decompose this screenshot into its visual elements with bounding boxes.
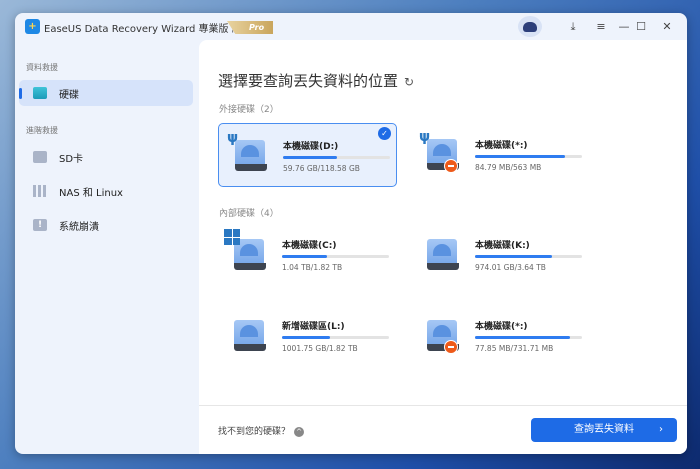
error-icon [444,159,458,173]
chevron-up-icon: ^ [294,427,305,437]
disk-size: 59.76 GB/118.58 GB [283,164,360,173]
disk-name: 本機磁碟(C:) [282,241,337,251]
disk-usage-bar [283,156,390,159]
hard-drive-icon [33,87,47,99]
system-crash-icon: ! [33,219,47,231]
disk-size: 1001.75 GB/1.82 TB [282,344,358,353]
disk-usage-bar [282,336,389,339]
usb-icon: ψ [227,130,239,146]
maximize-button[interactable]: ☐ [632,18,650,36]
disk-size: 84.79 MB/563 MB [475,163,542,172]
disk-usage-bar [475,255,582,258]
title-bar: + EaseUS Data Recovery Wizard 專業版 終身 Pro… [15,13,687,40]
refresh-icon[interactable]: ↻ [404,75,414,89]
app-title: EaseUS Data Recovery Wizard 專業版 終身 [44,24,252,35]
disk-card-k[interactable]: 本機磁碟(K:) 974.01 GB/3.64 TB [411,223,590,287]
disk-name: 本機磁碟(K:) [475,241,530,251]
app-logo-icon: + [25,19,40,34]
disk-size: 1.04 TB/1.82 TB [282,263,343,272]
windows-icon [224,229,240,245]
disk-card-l[interactable]: 新增磁碟區(L:) 1001.75 GB/1.82 TB [218,304,397,368]
disk-usage-bar [475,336,582,339]
disk-name: 本機磁碟(D:) [283,142,339,152]
disk-usage-fill [475,155,565,158]
disk-name: 本機磁碟(*:) [475,322,528,332]
main-panel: 選擇要查詢丟失資料的位置 ↻ 外接硬碟（2） ψ ✓ 本機磁碟(D:) 59.76… [199,40,687,454]
external-drives-label: 外接硬碟（2） [219,105,279,115]
sidebar-item-label: 硬碟 [59,89,79,101]
download-icon[interactable]: ⤓ [564,18,582,36]
page-title: 選擇要查詢丟失資料的位置 ↻ [218,70,414,91]
sidebar-item-nas-linux[interactable]: NAS 和 Linux [19,178,193,204]
scan-button-label: 查詢丟失資料 [574,424,634,435]
sidebar-item-hard-drive[interactable]: 硬碟 [19,80,193,106]
sidebar-item-sd-card[interactable]: SD卡 [19,144,193,170]
disk-usage-bar [475,155,582,158]
disk-card-d[interactable]: ψ ✓ 本機磁碟(D:) 59.76 GB/118.58 GB [218,123,397,187]
disk-card-external-unknown[interactable]: ψ 本機磁碟(*:) 84.79 MB/563 MB [411,123,590,187]
disk-card-internal-unknown[interactable]: 本機磁碟(*:) 77.85 MB/731.71 MB [411,304,590,368]
minimize-button[interactable]: — [615,18,633,36]
disk-usage-bar [282,255,389,258]
chevron-right-icon: › [659,424,663,435]
disk-usage-fill [475,336,571,339]
selected-check-icon: ✓ [378,127,391,140]
page-title-text: 選擇要查詢丟失資料的位置 [218,72,399,90]
error-icon [444,340,458,354]
disk-usage-fill [475,255,553,258]
section-data-recovery: 資料救援 [26,63,58,72]
user-avatar-icon[interactable] [518,16,542,37]
disk-icon [232,316,266,351]
sidebar-item-label: SD卡 [59,153,84,165]
sidebar-item-label: NAS 和 Linux [59,187,123,199]
cant-find-drive-link[interactable]: 找不到您的硬碟？ ^ [218,424,305,437]
disk-usage-fill [282,336,331,339]
disk-card-c[interactable]: 本機磁碟(C:) 1.04 TB/1.82 TB [218,223,397,287]
disk-usage-fill [282,255,327,258]
disk-name: 本機磁碟(*:) [475,141,528,151]
section-advanced-recovery: 進階救援 [26,126,58,135]
sidebar-item-label: 系統崩潰 [59,221,99,233]
disk-name: 新增磁碟區(L:) [282,322,345,332]
footer: 找不到您的硬碟？ ^ 查詢丟失資料 › [199,405,687,454]
disk-size: 974.01 GB/3.64 TB [475,263,546,272]
close-button[interactable]: ✕ [658,18,676,36]
sidebar-item-system-crash[interactable]: ! 系統崩潰 [19,212,193,238]
disk-icon [425,235,459,270]
scan-button[interactable]: 查詢丟失資料 › [531,418,677,442]
disk-usage-fill [283,156,337,159]
nas-icon [33,185,47,197]
cant-find-text: 找不到您的硬碟？ [218,427,291,437]
disk-size: 77.85 MB/731.71 MB [475,344,554,353]
internal-drives-label: 內部硬碟（4） [219,209,279,219]
usb-icon: ψ [419,129,431,145]
sidebar: 資料救援 硬碟 進階救援 SD卡 NAS 和 Linux ! 系統崩潰 [15,40,198,454]
app-window: + EaseUS Data Recovery Wizard 專業版 終身 Pro… [15,13,687,454]
menu-icon[interactable]: ≡ [592,18,610,36]
sd-card-icon [33,151,47,163]
